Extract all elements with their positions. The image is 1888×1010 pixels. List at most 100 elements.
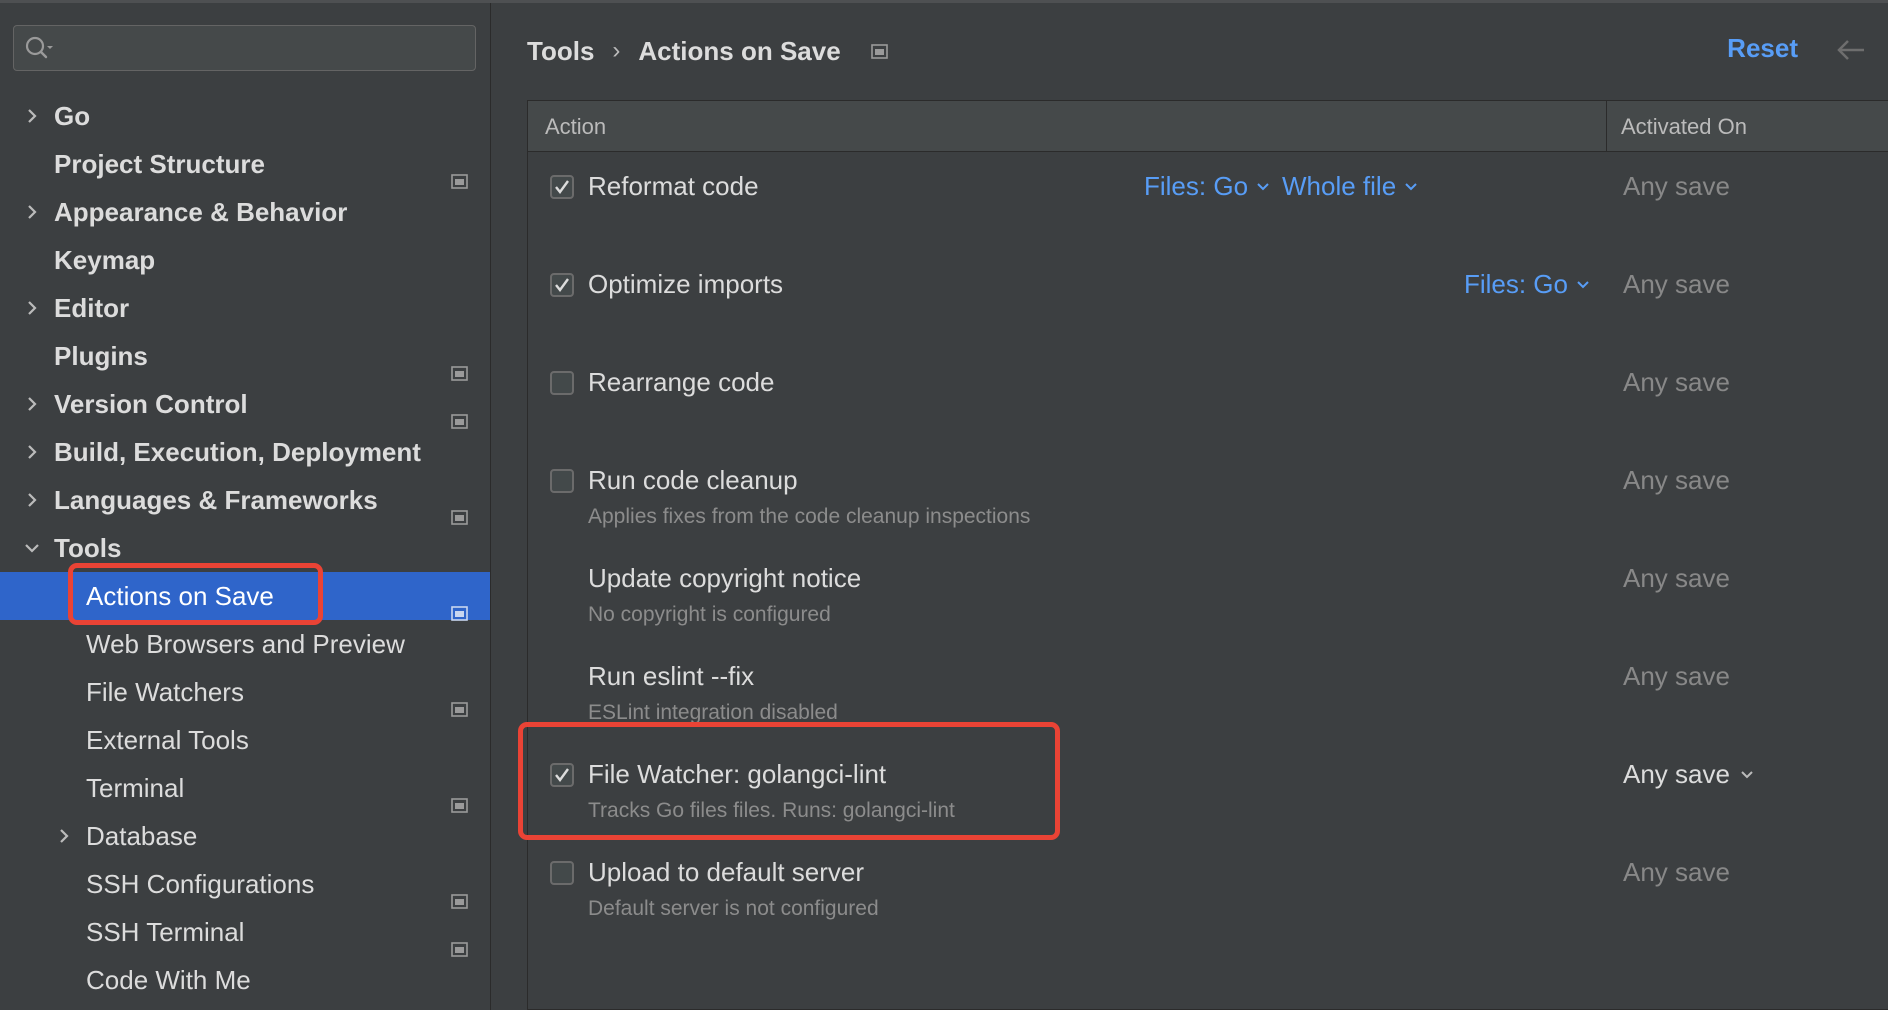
activated-on-label: Any save [1623, 367, 1730, 397]
sidebar-item-web-browsers-and-preview[interactable]: Web Browsers and Preview [0, 620, 490, 668]
activated-on-value: Any save [1623, 465, 1730, 496]
sidebar-item-code-with-me[interactable]: Code With Me [0, 956, 490, 1004]
activated-on-value: Any save [1623, 269, 1730, 300]
scope-dropdown[interactable]: Whole file [1282, 171, 1418, 202]
column-divider[interactable] [1606, 101, 1607, 151]
search-field[interactable] [13, 25, 476, 71]
sidebar-item-project-structure[interactable]: Project Structure [0, 140, 490, 189]
chevron-down-icon [1568, 280, 1590, 290]
breadcrumb: Tools › Actions on Save [527, 31, 888, 71]
project-scope-icon [451, 492, 468, 525]
action-title: Upload to default server [588, 857, 865, 887]
action-title: Run eslint --fix [588, 661, 755, 691]
settings-tree: Go Project Structure Appearance & Behavior… [0, 92, 490, 1004]
project-scope-icon [870, 43, 888, 59]
activated-on-dropdown[interactable]: Any save [1623, 759, 1754, 790]
back-arrow-icon[interactable] [1834, 37, 1868, 63]
project-scope-icon [451, 876, 468, 909]
breadcrumb-separator-icon: › [612, 37, 621, 64]
chevron-right-icon[interactable] [21, 428, 43, 476]
sidebar-item-label: SSH Configurations [86, 869, 315, 899]
table-row[interactable]: Reformat code Files: Go Whole file Any save [528, 159, 1888, 257]
scope-dropdown-label: Files: Go [1463, 269, 1568, 299]
action-title: Run code cleanup [588, 465, 798, 495]
sidebar-item-version-control[interactable]: Version Control [0, 380, 490, 429]
table-row[interactable]: Run code cleanup Applies fixes from the c… [528, 453, 1888, 551]
search-input[interactable] [62, 32, 466, 66]
sidebar-item-plugins[interactable]: Plugins [0, 332, 490, 381]
project-scope-icon [451, 780, 468, 813]
activated-on-label: Any save [1623, 857, 1730, 887]
table-row[interactable]: Optimize imports Files: Go Any save [528, 257, 1888, 355]
sidebar-item-editor[interactable]: Editor [0, 284, 490, 332]
annotation-highlight-file-watcher [518, 722, 1060, 840]
action-title: Rearrange code [588, 367, 775, 397]
sidebar-item-terminal[interactable]: Terminal [0, 764, 490, 813]
sidebar-item-label: Appearance & Behavior [54, 197, 348, 227]
sidebar-item-label: Web Browsers and Preview [86, 629, 405, 659]
annotation-highlight-sidebar [68, 563, 323, 625]
project-scope-icon [451, 684, 468, 717]
action-title: Update copyright notice [588, 563, 862, 593]
activated-on-label: Any save [1623, 465, 1730, 495]
action-checkbox[interactable] [550, 861, 574, 885]
sidebar-item-external-tools[interactable]: External Tools [0, 716, 490, 764]
sidebar-item-label: Plugins [54, 341, 148, 371]
activated-on-label: Any save [1623, 759, 1730, 789]
action-checkbox[interactable] [550, 469, 574, 493]
action-description: Default server is not configured [588, 897, 879, 920]
action-title: Reformat code [588, 171, 759, 201]
chevron-right-icon[interactable] [21, 380, 43, 428]
action-checkbox[interactable] [550, 273, 574, 297]
sidebar-item-ssh-configurations[interactable]: SSH Configurations [0, 860, 490, 909]
sidebar-item-ssh-terminal[interactable]: SSH Terminal [0, 908, 490, 957]
activated-on-value: Any save [1623, 661, 1730, 692]
sidebar-item-database[interactable]: Database [0, 812, 490, 860]
chevron-down-icon [1730, 770, 1754, 780]
project-scope-icon [451, 396, 468, 429]
search-icon [25, 36, 53, 59]
activated-on-value: Any save [1623, 367, 1730, 398]
breadcrumb-item-tools[interactable]: Tools [527, 36, 594, 67]
chevron-right-icon[interactable] [53, 812, 75, 860]
column-header-action[interactable]: Action [545, 114, 606, 140]
sidebar-item-label: Go [54, 101, 91, 131]
settings-main-panel: Tools › Actions on Save Reset Action Act… [491, 3, 1888, 1010]
sidebar-item-go[interactable]: Go [0, 92, 490, 140]
activated-on-value: Any save [1623, 171, 1730, 202]
action-checkbox[interactable] [550, 371, 574, 395]
settings-sidebar: Go Project Structure Appearance & Behavior… [0, 3, 491, 1010]
chevron-down-icon[interactable] [21, 524, 43, 572]
sidebar-item-label: Code With Me [86, 965, 251, 995]
project-scope-icon [451, 924, 468, 957]
chevron-right-icon[interactable] [21, 188, 43, 236]
scope-dropdown-label: Files: Go [1144, 171, 1249, 201]
sidebar-item-label: Editor [54, 293, 130, 323]
activated-on-value: Any save [1623, 563, 1730, 594]
sidebar-item-keymap[interactable]: Keymap [0, 236, 490, 284]
table-row[interactable]: Update copyright notice No copyright is c… [528, 551, 1888, 649]
project-scope-icon [451, 588, 468, 621]
action-description: Applies fixes from the code cleanup insp… [588, 505, 1031, 528]
actions-table: Action Activated On Reformat code Files: … [527, 100, 1888, 1010]
scope-dropdown[interactable]: Files: Go [1464, 269, 1590, 300]
sidebar-item-appearance-behavior[interactable]: Appearance & Behavior [0, 188, 490, 236]
sidebar-item-languages-frameworks[interactable]: Languages & Frameworks [0, 476, 490, 525]
sidebar-item-label: SSH Terminal [86, 917, 245, 947]
sidebar-item-build-execution-deployment[interactable]: Build, Execution, Deployment [0, 428, 490, 476]
activated-on-label: Any save [1623, 563, 1730, 593]
sidebar-item-file-watchers[interactable]: File Watchers [0, 668, 490, 717]
action-checkbox[interactable] [550, 175, 574, 199]
sidebar-item-label: Keymap [54, 245, 156, 275]
column-header-activated-on[interactable]: Activated On [1621, 114, 1747, 140]
chevron-right-icon[interactable] [21, 92, 43, 140]
chevron-right-icon[interactable] [21, 476, 43, 524]
sidebar-item-label: Database [86, 821, 198, 851]
chevron-down-icon [1248, 182, 1270, 192]
table-row[interactable]: Upload to default server Default server i… [528, 845, 1888, 943]
chevron-right-icon[interactable] [21, 284, 43, 332]
reset-button[interactable]: Reset [1727, 33, 1798, 64]
scope-dropdown[interactable]: Files: Go [1144, 171, 1270, 202]
table-row[interactable]: Rearrange code Any save [528, 355, 1888, 453]
project-scope-icon [451, 348, 468, 381]
